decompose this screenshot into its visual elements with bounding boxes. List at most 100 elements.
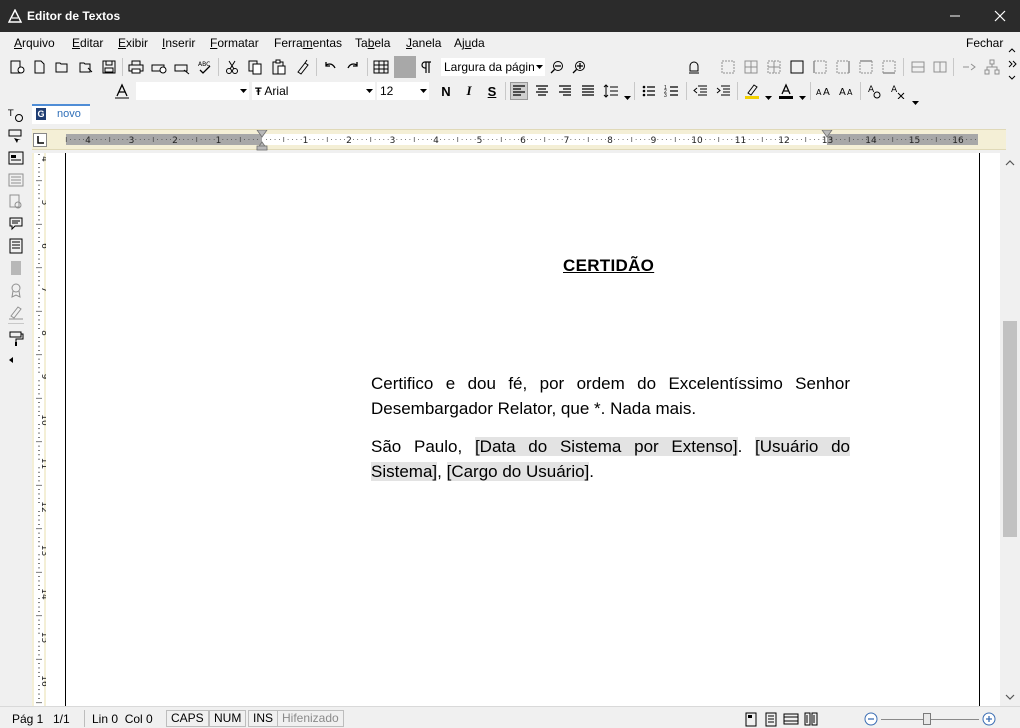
font-color-icon[interactable] bbox=[777, 82, 795, 100]
document-title[interactable]: CERTIDÃO bbox=[563, 256, 654, 276]
style-select[interactable] bbox=[136, 82, 249, 100]
field-date[interactable]: [Data do Sistema por Extenso] bbox=[474, 437, 738, 456]
align-right-icon[interactable] bbox=[556, 82, 574, 100]
open-recent-icon[interactable] bbox=[77, 58, 95, 76]
bell-icon[interactable] bbox=[685, 58, 703, 76]
form-field-icon[interactable] bbox=[7, 127, 25, 145]
document-paragraph-1[interactable]: Certifico e dou fé, por ordem do Excelen… bbox=[371, 371, 850, 421]
table-grid-icon[interactable] bbox=[742, 58, 760, 76]
page-icon[interactable] bbox=[7, 259, 25, 277]
undo-icon[interactable] bbox=[321, 58, 339, 76]
spellcheck-icon[interactable]: ABC bbox=[196, 58, 214, 76]
status-ins[interactable]: INS bbox=[248, 710, 279, 727]
field-list-icon[interactable] bbox=[7, 171, 25, 189]
font-select[interactable]: Ŧ Arial bbox=[252, 82, 375, 100]
close-window-button[interactable] bbox=[977, 0, 1020, 32]
highlight-icon[interactable] bbox=[743, 82, 761, 100]
merge-cells-icon[interactable] bbox=[909, 58, 927, 76]
text-field-icon[interactable]: T bbox=[7, 106, 25, 124]
tab-novo[interactable]: G novo bbox=[32, 104, 90, 124]
menu-janela[interactable]: Janela bbox=[406, 36, 441, 50]
document-canvas[interactable] bbox=[46, 153, 1000, 706]
document-paragraph-2[interactable]: São Paulo, [Data do Sistema por Extenso]… bbox=[371, 434, 850, 484]
menu-inserir[interactable]: Inserir bbox=[162, 36, 195, 50]
format-painter-icon[interactable] bbox=[294, 58, 312, 76]
chevron-down-icon[interactable] bbox=[765, 89, 772, 100]
insert-table-icon[interactable] bbox=[372, 58, 390, 76]
save-icon[interactable] bbox=[100, 58, 118, 76]
open-folder-icon[interactable] bbox=[53, 58, 71, 76]
shrink-font-icon[interactable]: AA bbox=[838, 82, 856, 100]
insert-field-icon[interactable] bbox=[7, 149, 25, 167]
align-justify-icon[interactable] bbox=[579, 82, 597, 100]
menu-ajuda[interactable]: Ajuda bbox=[454, 36, 485, 50]
line-spacing-icon[interactable] bbox=[602, 82, 620, 100]
table-borders-icon[interactable] bbox=[719, 58, 737, 76]
zoom-in-icon[interactable] bbox=[982, 712, 996, 726]
print-icon[interactable] bbox=[127, 58, 145, 76]
vertical-scrollbar[interactable] bbox=[1000, 153, 1020, 706]
bullet-list-icon[interactable] bbox=[640, 82, 658, 100]
chevron-down-icon[interactable] bbox=[799, 89, 806, 100]
increase-indent-icon[interactable] bbox=[714, 82, 732, 100]
zoom-slider-thumb[interactable] bbox=[923, 713, 931, 725]
paste-icon[interactable] bbox=[270, 58, 288, 76]
seal-icon[interactable] bbox=[7, 281, 25, 299]
change-case-icon[interactable]: A bbox=[889, 82, 907, 100]
view-outline-icon[interactable] bbox=[802, 710, 820, 728]
decrease-indent-icon[interactable] bbox=[691, 82, 709, 100]
styles-icon[interactable] bbox=[113, 82, 131, 100]
align-left-icon[interactable] bbox=[510, 82, 528, 100]
zoom-out-icon[interactable] bbox=[864, 712, 878, 726]
new-document-icon[interactable] bbox=[30, 58, 48, 76]
numbered-list-icon[interactable]: 123 bbox=[663, 82, 681, 100]
chevron-left-icon[interactable] bbox=[9, 352, 13, 363]
print-setup-icon[interactable] bbox=[173, 58, 191, 76]
chevron-down-icon[interactable] bbox=[238, 83, 248, 99]
cut-icon[interactable] bbox=[223, 58, 241, 76]
chevron-down-icon[interactable] bbox=[364, 83, 374, 99]
redo-icon[interactable] bbox=[344, 58, 362, 76]
color-swatch[interactable] bbox=[394, 56, 416, 78]
table-outer-icon[interactable] bbox=[788, 58, 806, 76]
zoom-select[interactable]: Largura da págin bbox=[441, 58, 545, 76]
view-normal-icon[interactable] bbox=[762, 710, 780, 728]
align-center-icon[interactable] bbox=[533, 82, 551, 100]
italic-button[interactable]: I bbox=[460, 82, 478, 100]
view-page-icon[interactable] bbox=[742, 710, 760, 728]
menu-fechar[interactable]: Fechar bbox=[966, 36, 1003, 50]
toolbar-overflow-icon[interactable] bbox=[1008, 57, 1018, 68]
table-top-border-icon[interactable] bbox=[857, 58, 875, 76]
sign-icon[interactable] bbox=[7, 303, 25, 321]
link-icon[interactable] bbox=[960, 58, 978, 76]
underline-button[interactable]: S bbox=[483, 82, 501, 100]
hierarchy-icon[interactable] bbox=[983, 58, 1001, 76]
menu-ferramentas[interactable]: Ferramentas bbox=[274, 36, 342, 50]
bold-button[interactable]: N bbox=[437, 82, 455, 100]
grow-font-icon[interactable]: AA bbox=[815, 82, 833, 100]
zoom-in-icon[interactable] bbox=[570, 58, 588, 76]
scrollbar-thumb[interactable] bbox=[1003, 321, 1017, 537]
scroll-up-icon[interactable] bbox=[1004, 157, 1016, 169]
document-list-icon[interactable] bbox=[7, 237, 25, 255]
paint-roller-icon[interactable] bbox=[7, 330, 25, 348]
chevron-down-icon[interactable] bbox=[624, 89, 631, 100]
field-role[interactable]: [Cargo do Usuário] bbox=[446, 462, 590, 481]
copy-icon[interactable] bbox=[246, 58, 264, 76]
zoom-out-icon[interactable] bbox=[548, 58, 566, 76]
table-right-border-icon[interactable] bbox=[834, 58, 852, 76]
chevron-up-icon[interactable] bbox=[1008, 42, 1016, 53]
new-from-template-icon[interactable] bbox=[8, 58, 26, 76]
menu-editar[interactable]: Editar bbox=[72, 36, 103, 50]
menu-exibir[interactable]: Exibir bbox=[118, 36, 148, 50]
print-preview-icon[interactable] bbox=[150, 58, 168, 76]
comment-icon[interactable] bbox=[7, 215, 25, 233]
view-web-icon[interactable] bbox=[782, 710, 800, 728]
clear-format-icon[interactable]: A bbox=[866, 82, 884, 100]
menu-formatar[interactable]: Formatar bbox=[210, 36, 259, 50]
tab-stop-selector[interactable] bbox=[33, 133, 47, 147]
split-cells-icon[interactable] bbox=[931, 58, 949, 76]
vertical-ruler[interactable]: 4 5 6 7 8 9 10 11 12 13 14 15 16 bbox=[32, 153, 49, 706]
minimize-button[interactable] bbox=[932, 0, 978, 32]
font-size-select[interactable]: 12 bbox=[377, 82, 429, 100]
